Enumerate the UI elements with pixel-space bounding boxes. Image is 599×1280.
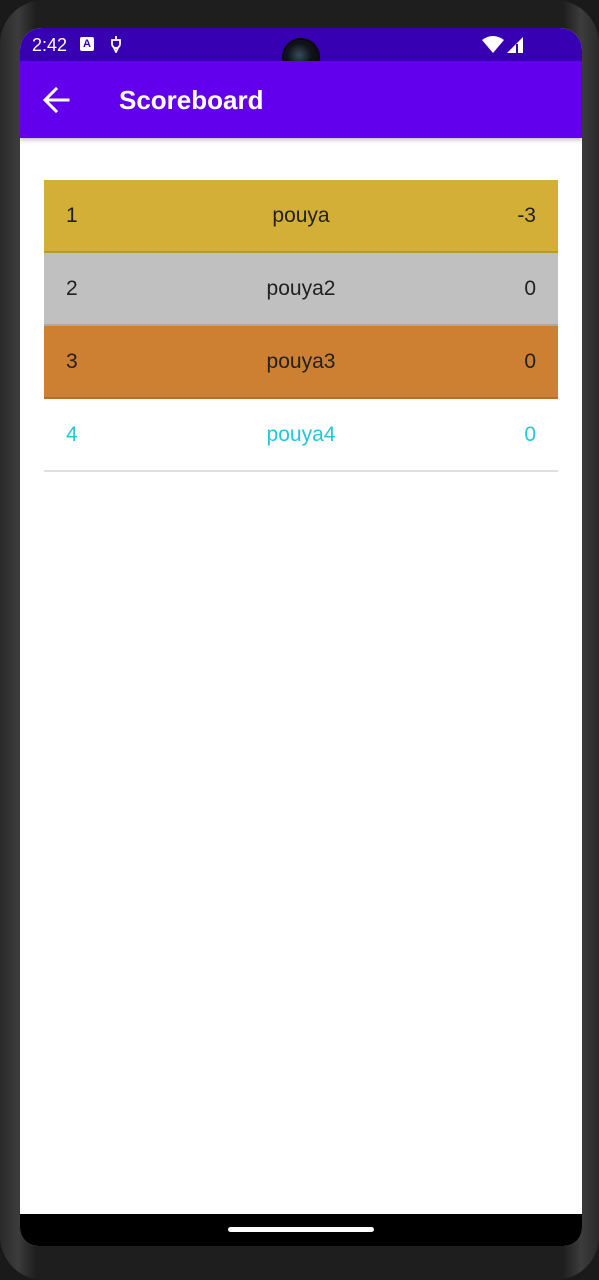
score-cell: 0 bbox=[524, 423, 536, 446]
wifi-icon bbox=[482, 36, 504, 53]
navigation-bar bbox=[20, 1214, 582, 1246]
scoreboard-row-3[interactable]: 3 pouya3 0 bbox=[44, 326, 558, 399]
usb-debug-icon bbox=[111, 36, 121, 53]
cell-signal-icon bbox=[507, 37, 523, 53]
phone-frame: 2:42 A Scoreboard 1 pouya -3 2 pouya2 0 … bbox=[0, 0, 599, 1280]
player-name-cell: pouya3 bbox=[266, 350, 336, 373]
score-cell: -3 bbox=[517, 204, 536, 227]
back-button[interactable] bbox=[38, 83, 78, 117]
scoreboard-row-4[interactable]: 4 pouya4 0 bbox=[44, 399, 558, 472]
score-cell: 0 bbox=[524, 350, 536, 373]
player-name-cell: pouya4 bbox=[266, 423, 336, 446]
scoreboard-row-1[interactable]: 1 pouya -3 bbox=[44, 180, 558, 253]
scoreboard-row-2[interactable]: 2 pouya2 0 bbox=[44, 253, 558, 326]
gesture-handle[interactable] bbox=[228, 1227, 374, 1232]
score-cell: 0 bbox=[524, 277, 536, 300]
player-name-cell: pouya2 bbox=[266, 277, 336, 300]
page-title: Scoreboard bbox=[119, 85, 264, 115]
player-name-cell: pouya bbox=[272, 204, 330, 227]
screen: 2:42 A Scoreboard 1 pouya -3 2 pouya2 0 … bbox=[20, 28, 582, 1246]
status-time: 2:42 bbox=[32, 35, 68, 55]
status-bar: 2:42 A bbox=[20, 28, 582, 74]
arrow-back-icon bbox=[42, 86, 70, 114]
app-a-icon: A bbox=[80, 37, 94, 51]
scoreboard-table: 1 pouya -3 2 pouya2 0 3 pouya3 0 4 pouya… bbox=[44, 180, 558, 472]
app-bar: Scoreboard bbox=[20, 61, 582, 138]
